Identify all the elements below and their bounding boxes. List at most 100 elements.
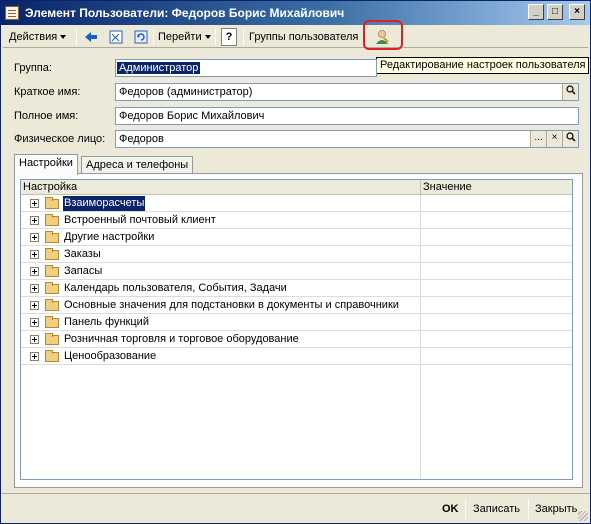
group-field[interactable]: Администратор	[115, 59, 377, 77]
tree-row[interactable]: Розничная торговля и торговое оборудован…	[21, 331, 572, 348]
column-divider	[420, 195, 421, 212]
search-icon[interactable]	[562, 84, 578, 100]
expand-icon[interactable]	[30, 318, 39, 327]
minimize-button[interactable]: _	[528, 4, 544, 20]
expand-icon[interactable]	[30, 352, 39, 361]
short-name-value: Федоров (администратор)	[119, 86, 253, 98]
maximize-button[interactable]: □	[547, 4, 563, 20]
folder-icon	[45, 333, 59, 345]
expand-icon[interactable]	[30, 199, 39, 208]
highlight-frame	[363, 20, 403, 50]
tree-row[interactable]: Панель функций	[21, 314, 572, 331]
tree-row[interactable]: Заказы	[21, 246, 572, 263]
person-label: Физическое лицо:	[14, 133, 106, 145]
document-icon[interactable]	[108, 29, 124, 45]
group-field-value: Администратор	[117, 62, 201, 74]
ellipsis-button[interactable]: ...	[530, 131, 546, 147]
tree-row-label: Другие настройки	[64, 231, 155, 243]
tree-row[interactable]: Календарь пользователя, События, Задачи	[21, 280, 572, 297]
window-title: Элемент Пользователи: Федоров Борис Миха…	[25, 6, 345, 20]
settings-tab-panel: Настройка Значение Взаиморасчеты Встроен…	[14, 173, 583, 488]
column-header-setting[interactable]: Настройка	[21, 180, 421, 195]
column-divider	[420, 229, 421, 246]
full-name-label: Полное имя:	[14, 110, 79, 122]
close-button[interactable]: Закрыть	[535, 500, 577, 518]
resize-grip[interactable]	[578, 511, 588, 521]
column-divider	[420, 348, 421, 365]
expand-icon[interactable]	[30, 301, 39, 310]
arrow-left-icon[interactable]	[83, 29, 99, 45]
goto-menu-button[interactable]: Перейти	[158, 28, 211, 46]
column-divider	[420, 331, 421, 348]
close-window-button[interactable]: ×	[569, 4, 585, 20]
toolbar-separator	[243, 29, 244, 45]
column-divider	[420, 280, 421, 297]
tree-row-label: Розничная торговля и торговое оборудован…	[64, 333, 299, 345]
tree-row[interactable]: Ценообразование	[21, 348, 572, 365]
ok-button[interactable]: OK	[442, 500, 459, 518]
actions-menu-button[interactable]: Действия	[9, 28, 67, 46]
expand-icon[interactable]	[30, 216, 39, 225]
refresh-icon[interactable]	[133, 29, 149, 45]
column-divider	[420, 365, 421, 479]
toolbar-separator	[76, 29, 77, 45]
tree-row-label: Заказы	[64, 248, 101, 260]
user-element-window: Элемент Пользователи: Федоров Борис Миха…	[0, 0, 591, 524]
column-divider	[420, 314, 421, 331]
folder-icon	[45, 214, 59, 226]
chevron-down-icon	[204, 35, 211, 40]
tree-row[interactable]: Другие настройки	[21, 229, 572, 246]
person-value: Федоров	[119, 133, 164, 145]
folder-icon	[45, 316, 59, 328]
folder-icon	[45, 350, 59, 362]
tree-row-label: Запасы	[64, 265, 103, 277]
folder-icon	[45, 248, 59, 260]
user-groups-button[interactable]: Группы пользователя	[249, 28, 358, 46]
tree-row[interactable]: Запасы	[21, 263, 572, 280]
toolbar: Действия Перейти ? Группы пользователя	[3, 26, 588, 48]
expand-icon[interactable]	[30, 267, 39, 276]
settings-tree[interactable]: Настройка Значение Взаиморасчеты Встроен…	[20, 179, 573, 480]
tree-row-label: Встроенный почтовый клиент	[64, 214, 216, 226]
expand-icon[interactable]	[30, 250, 39, 259]
full-name-value: Федоров Борис Михайлович	[119, 110, 265, 122]
group-label: Группа:	[14, 62, 52, 74]
column-header-value[interactable]: Значение	[420, 180, 572, 195]
short-name-field[interactable]: Федоров (администратор)	[115, 83, 579, 101]
bottom-bar: OK Записать Закрыть	[1, 493, 590, 523]
document-app-icon	[5, 6, 19, 20]
tree-row[interactable]: Встроенный почтовый клиент	[21, 212, 572, 229]
clear-button[interactable]: ×	[546, 131, 562, 147]
goto-label: Перейти	[158, 31, 202, 43]
folder-icon	[45, 231, 59, 243]
help-button[interactable]: ?	[221, 28, 237, 46]
search-icon[interactable]	[562, 131, 578, 147]
footer-separator	[465, 499, 466, 519]
footer-separator	[528, 499, 529, 519]
folder-icon	[45, 282, 59, 294]
save-button[interactable]: Записать	[473, 500, 520, 518]
column-divider	[420, 212, 421, 229]
tree-row[interactable]: Основные значения для подстановки в доку…	[21, 297, 572, 314]
tooltip: Редактирование настроек пользователя	[376, 57, 589, 74]
expand-icon[interactable]	[30, 284, 39, 293]
tree-row-label: Основные значения для подстановки в доку…	[64, 299, 399, 311]
chevron-down-icon	[60, 35, 67, 40]
expand-icon[interactable]	[30, 233, 39, 242]
actions-label: Действия	[9, 31, 58, 43]
tree-row[interactable]: Взаиморасчеты	[21, 195, 572, 212]
tree-row-label: Ценообразование	[64, 350, 157, 362]
tree-header: Настройка Значение	[21, 180, 572, 195]
tab-settings[interactable]: Настройки	[14, 154, 78, 175]
toolbar-separator	[215, 29, 216, 45]
full-name-field[interactable]: Федоров Борис Михайлович	[115, 107, 579, 125]
title-bar[interactable]: Элемент Пользователи: Федоров Борис Миха…	[1, 1, 590, 25]
tree-row-label: Взаиморасчеты	[63, 196, 146, 211]
folder-icon	[45, 265, 59, 277]
folder-icon	[45, 299, 59, 311]
short-name-label: Краткое имя:	[14, 86, 81, 98]
tree-row-label: Панель функций	[64, 316, 149, 328]
person-field[interactable]: Федоров ... ×	[115, 130, 579, 148]
column-divider	[420, 297, 421, 314]
expand-icon[interactable]	[30, 335, 39, 344]
